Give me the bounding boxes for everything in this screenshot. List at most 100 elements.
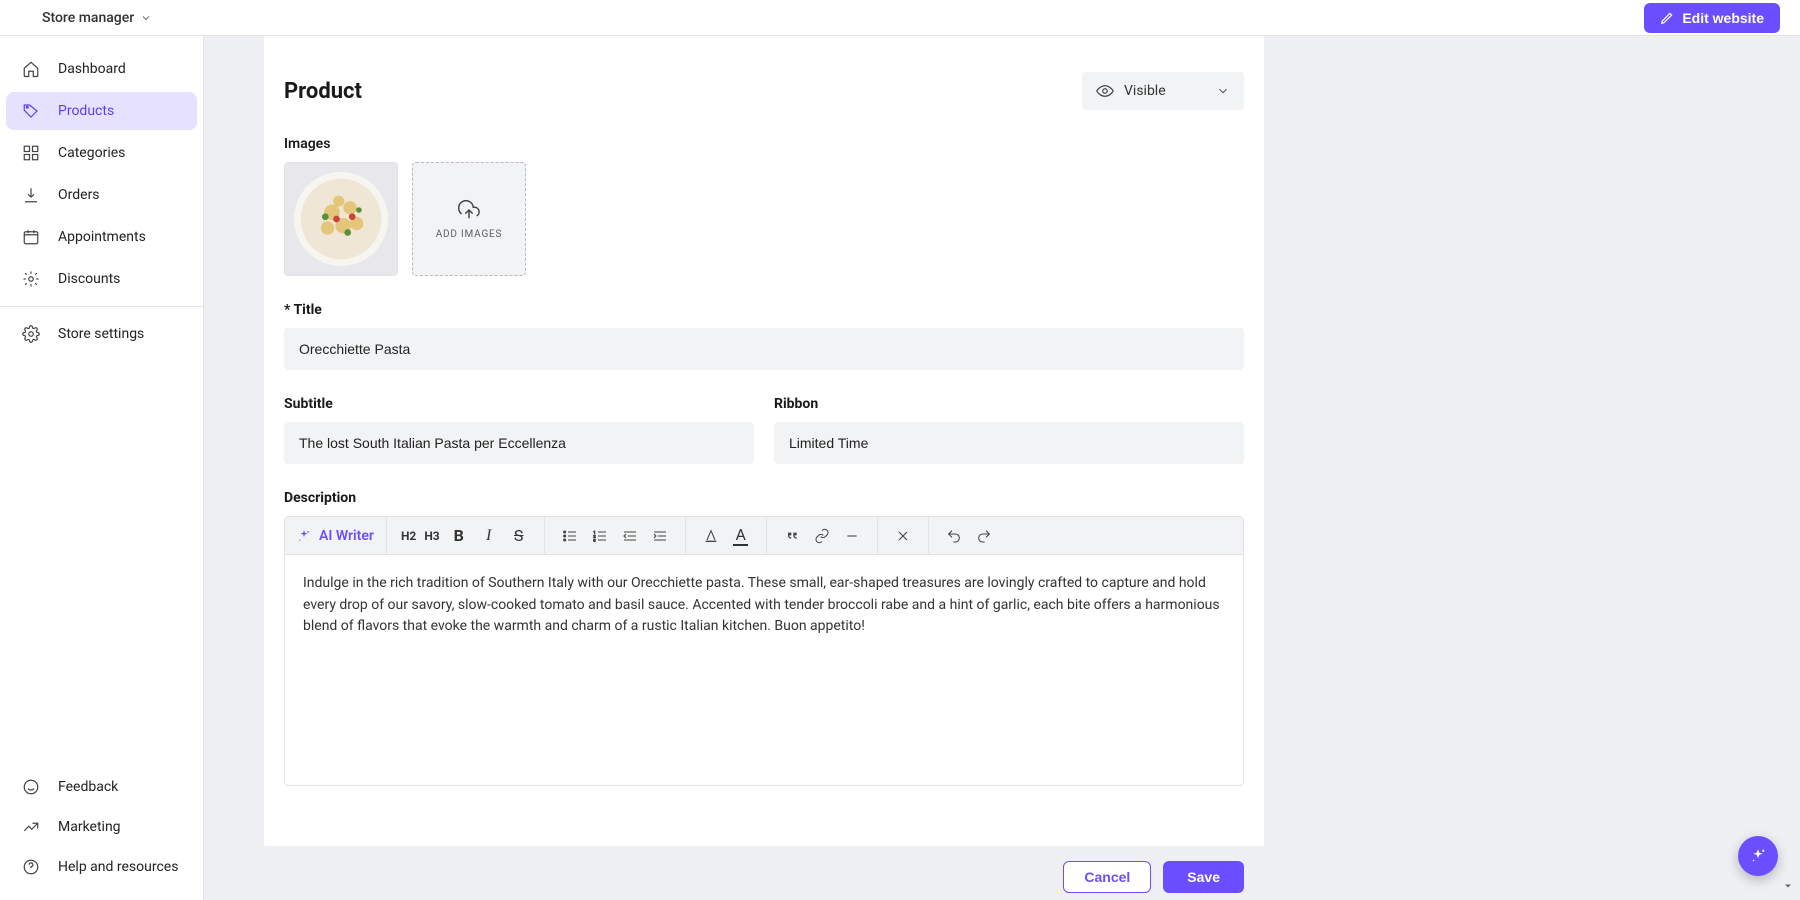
edit-website-label: Edit website	[1682, 10, 1764, 26]
pencil-icon	[1660, 11, 1674, 25]
sidebar-item-orders[interactable]: Orders	[6, 176, 197, 214]
sidebar-item-label: Help and resources	[58, 859, 178, 875]
sidebar-item-discounts[interactable]: Discounts	[6, 260, 197, 298]
add-images-button[interactable]: ADD IMAGES	[412, 162, 526, 276]
description-editor: AI Writer H2 H3 B I S 123	[284, 516, 1244, 786]
calendar-icon	[22, 228, 40, 246]
sidebar: Dashboard Products Categories Orders App…	[0, 36, 204, 900]
chevron-down-icon	[140, 12, 152, 24]
caret-down-icon	[1782, 880, 1794, 892]
sidebar-item-label: Discounts	[58, 271, 120, 287]
sidebar-item-label: Appointments	[58, 229, 146, 245]
add-images-label: ADD IMAGES	[436, 229, 503, 240]
sidebar-item-label: Orders	[58, 187, 100, 203]
indent-button[interactable]	[645, 521, 675, 551]
description-field-label: Description	[284, 490, 1244, 506]
link-button[interactable]	[807, 521, 837, 551]
sidebar-item-store-settings[interactable]: Store settings	[6, 315, 197, 353]
bullet-list-icon	[562, 528, 578, 544]
quote-icon	[784, 528, 800, 544]
product-image[interactable]	[284, 162, 398, 276]
outdent-icon	[622, 528, 638, 544]
sidebar-item-help[interactable]: Help and resources	[6, 848, 197, 886]
hr-button[interactable]	[837, 521, 867, 551]
sidebar-item-dashboard[interactable]: Dashboard	[6, 50, 197, 88]
outdent-button[interactable]	[615, 521, 645, 551]
sidebar-item-label: Dashboard	[58, 61, 126, 77]
sidebar-item-appointments[interactable]: Appointments	[6, 218, 197, 256]
ribbon-field-label: Ribbon	[774, 396, 1244, 412]
sidebar-item-categories[interactable]: Categories	[6, 134, 197, 172]
sidebar-item-label: Feedback	[58, 779, 118, 795]
ai-writer-button[interactable]: AI Writer	[285, 517, 387, 554]
text-color-icon: A	[733, 525, 747, 546]
subtitle-input[interactable]	[284, 422, 754, 464]
undo-icon	[946, 528, 962, 544]
ordered-list-icon: 123	[592, 528, 608, 544]
topbar: Store manager Edit website	[0, 0, 1800, 36]
redo-button[interactable]	[969, 521, 999, 551]
tag-icon	[22, 102, 40, 120]
gear-icon	[22, 270, 40, 288]
trending-icon	[22, 818, 40, 836]
sidebar-item-marketing[interactable]: Marketing	[6, 808, 197, 846]
edit-website-button[interactable]: Edit website	[1644, 3, 1780, 33]
undo-button[interactable]	[939, 521, 969, 551]
grid-icon	[22, 144, 40, 162]
smile-icon	[22, 778, 40, 796]
upload-cloud-icon	[458, 199, 480, 221]
workspace-title: Store manager	[42, 10, 134, 26]
title-input[interactable]	[284, 328, 1244, 370]
save-button[interactable]: Save	[1163, 861, 1244, 893]
quote-button[interactable]	[777, 521, 807, 551]
h3-button[interactable]: H3	[420, 521, 443, 551]
italic-icon: I	[486, 527, 491, 545]
divider	[0, 306, 203, 307]
editor-toolbar: AI Writer H2 H3 B I S 123	[285, 517, 1243, 555]
pasta-thumbnail-icon	[285, 163, 397, 275]
clear-format-icon	[895, 528, 911, 544]
sidebar-item-label: Store settings	[58, 326, 144, 342]
scroll-down-hint	[1782, 877, 1794, 896]
subtitle-field-label: Subtitle	[284, 396, 754, 412]
main-area: Product Visible Images	[204, 36, 1800, 900]
strikethrough-icon: S	[514, 526, 524, 545]
minus-icon	[844, 528, 860, 544]
highlight-icon	[703, 528, 719, 544]
strikethrough-button[interactable]: S	[504, 521, 534, 551]
ai-writer-label: AI Writer	[319, 528, 374, 544]
visibility-select[interactable]: Visible	[1082, 72, 1244, 110]
text-color-button[interactable]: A	[726, 521, 756, 551]
settings-icon	[22, 325, 40, 343]
title-field-label: * Title	[284, 302, 1244, 318]
italic-button[interactable]: I	[474, 521, 504, 551]
assistant-fab[interactable]	[1738, 836, 1778, 876]
highlight-button[interactable]	[696, 521, 726, 551]
eye-icon	[1096, 82, 1114, 100]
cancel-button[interactable]: Cancel	[1063, 861, 1151, 893]
bold-button[interactable]: B	[444, 521, 474, 551]
page-title: Product	[284, 79, 1082, 104]
footer-actions: Cancel Save	[264, 846, 1264, 900]
svg-text:3: 3	[593, 537, 595, 542]
workspace-selector[interactable]: Store manager	[42, 10, 152, 26]
link-icon	[814, 528, 830, 544]
sidebar-item-label: Categories	[58, 145, 125, 161]
sparkle-icon	[297, 529, 311, 543]
sidebar-item-label: Marketing	[58, 819, 121, 835]
sidebar-item-label: Products	[58, 103, 114, 119]
bullet-list-button[interactable]	[555, 521, 585, 551]
sidebar-item-feedback[interactable]: Feedback	[6, 768, 197, 806]
h2-button[interactable]: H2	[397, 521, 420, 551]
description-textarea[interactable]: Indulge in the rich tradition of Souther…	[285, 555, 1243, 785]
download-icon	[22, 186, 40, 204]
ordered-list-button[interactable]: 123	[585, 521, 615, 551]
clear-format-button[interactable]	[888, 521, 918, 551]
indent-icon	[652, 528, 668, 544]
sidebar-item-products[interactable]: Products	[6, 92, 197, 130]
sparkle-icon	[1749, 847, 1767, 865]
home-icon	[22, 60, 40, 78]
help-icon	[22, 858, 40, 876]
bold-icon: B	[454, 526, 464, 545]
ribbon-input[interactable]	[774, 422, 1244, 464]
